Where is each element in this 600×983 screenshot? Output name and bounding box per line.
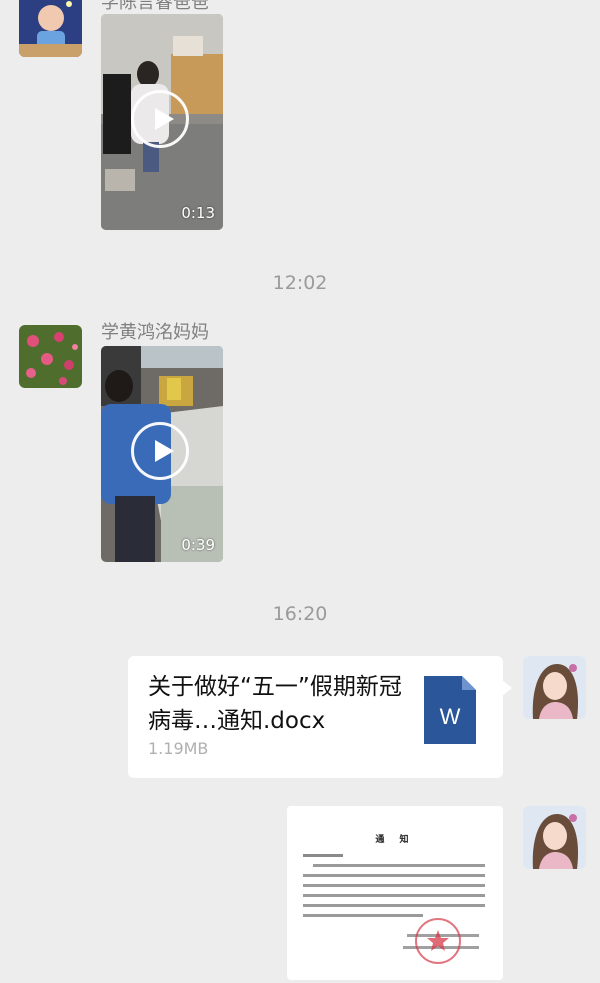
video-duration: 0:13 <box>181 204 215 222</box>
avatar-sender-2[interactable] <box>19 325 82 388</box>
timestamp: 12:02 <box>272 272 328 294</box>
play-icon[interactable] <box>131 90 189 148</box>
file-size: 1.19MB <box>148 739 209 758</box>
file-message[interactable]: 关于做好“五一”假期新冠病毒…通知.docx 1.19MB W <box>128 656 512 778</box>
avatar-self[interactable] <box>523 656 586 719</box>
video-message[interactable]: 0:13 <box>101 14 223 230</box>
red-seal-icon <box>415 918 461 964</box>
avatar-self[interactable] <box>523 806 586 869</box>
word-doc-icon: W <box>424 676 476 744</box>
file-name: 关于做好“五一”假期新冠病毒…通知.docx <box>148 674 402 734</box>
video-duration: 0:39 <box>181 536 215 554</box>
sender-name: 学黄鸿洺妈妈 <box>101 322 209 343</box>
sender-name: 学陈言睿爸爸 <box>101 0 209 13</box>
play-icon[interactable] <box>131 422 189 480</box>
notice-text-lines <box>303 854 485 949</box>
video-message[interactable]: 0:39 <box>101 346 223 562</box>
word-icon-letter: W <box>439 704 461 729</box>
image-message[interactable]: 通 知 <box>287 806 503 980</box>
timestamp: 16:20 <box>272 603 328 625</box>
avatar-sender-1[interactable] <box>19 0 82 57</box>
